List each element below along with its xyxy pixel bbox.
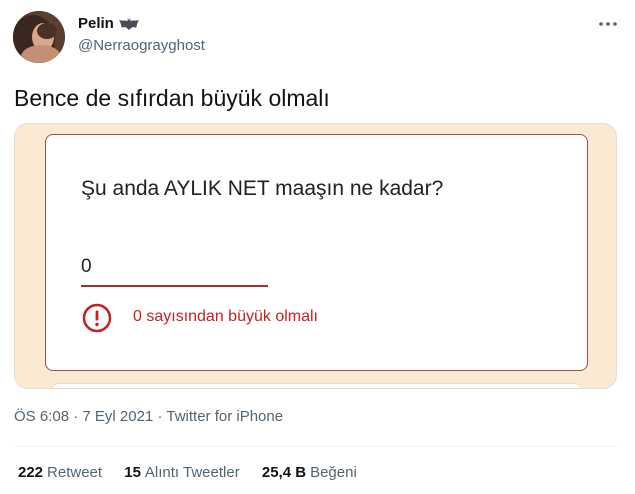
- error-message: 0 sayısından büyük olmalı: [133, 308, 318, 325]
- retweet-stat[interactable]: 222 Retweet: [18, 463, 102, 483]
- answer-underline: [81, 285, 268, 287]
- avatar-image: [13, 11, 65, 63]
- quote-tweet-stat[interactable]: 15 Alıntı Tweetler: [124, 463, 239, 483]
- retweet-label: Retweet: [47, 464, 103, 481]
- next-card-edge: [53, 383, 581, 388]
- meta-separator: ·: [73, 408, 79, 425]
- bat-icon: [118, 18, 139, 31]
- tweet-date[interactable]: 7 Eyl 2021: [82, 408, 153, 425]
- author-handle[interactable]: @Nerraograyghost: [78, 36, 205, 56]
- error-icon: [82, 303, 112, 333]
- tweet-source[interactable]: Twitter for iPhone: [166, 408, 283, 425]
- tweet-meta: ÖS 6:08 · 7 Eyl 2021 · Twitter for iPhon…: [14, 407, 283, 427]
- tweet-text: Bence de sıfırdan büyük olmalı: [14, 85, 330, 111]
- engagement-stats: 222 Retweet 15 Alıntı Tweetler 25,4 B Beğen…: [18, 463, 375, 483]
- like-stat[interactable]: 25,4 B Beğeni: [262, 463, 357, 483]
- tweet-media[interactable]: Şu anda AYLIK NET maaşın ne kadar? 0 0 s…: [14, 123, 617, 389]
- avatar[interactable]: [13, 11, 65, 63]
- author-name[interactable]: Pelin: [78, 15, 114, 32]
- quote-tweet-count: 15: [124, 464, 141, 481]
- like-label: Beğeni: [310, 464, 357, 481]
- form-question-card: Şu anda AYLIK NET maaşın ne kadar? 0 0 s…: [45, 134, 588, 371]
- author-name-row[interactable]: Pelin: [78, 14, 140, 34]
- divider: [14, 446, 617, 447]
- meta-separator: ·: [157, 408, 163, 425]
- form-question: Şu anda AYLIK NET maaşın ne kadar?: [81, 177, 444, 200]
- more-options-icon[interactable]: [596, 14, 620, 34]
- quote-tweet-label: Alıntı Tweetler: [144, 464, 240, 481]
- retweet-count: 222: [18, 464, 44, 481]
- like-count: 25,4 B: [261, 464, 307, 481]
- answer-value: 0: [81, 256, 92, 277]
- tweet-time[interactable]: ÖS 6:08: [14, 408, 69, 425]
